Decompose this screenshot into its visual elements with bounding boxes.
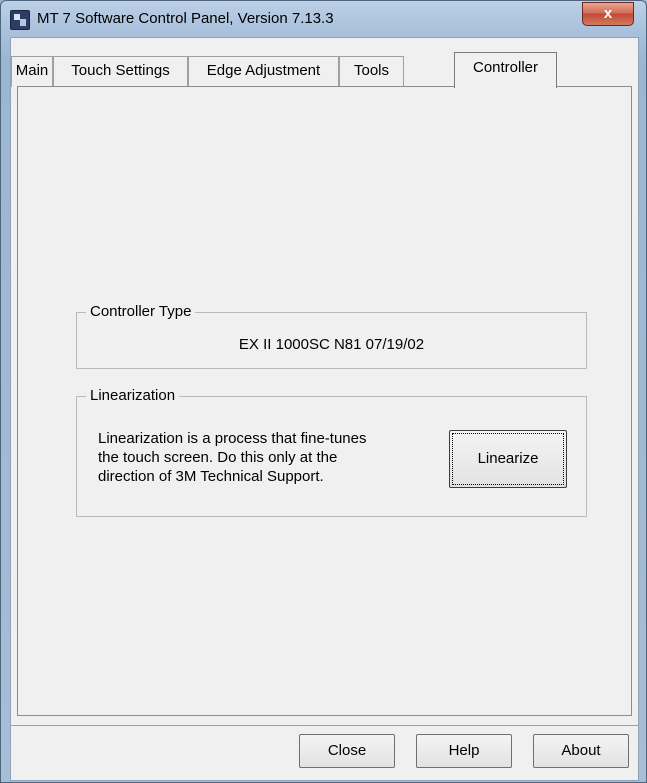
- linearization-label: Linearization: [86, 386, 180, 406]
- controller-type-group: Controller Type EX II 1000SC N81 07/19/0…: [76, 302, 587, 369]
- linearization-group: Linearization Linearization is a process…: [76, 386, 587, 517]
- linearization-description: Linearization is a process that fine-tun…: [98, 429, 448, 486]
- controller-type-value: EX II 1000SC N81 07/19/02: [238, 336, 425, 353]
- tab-touch-settings[interactable]: Touch Settings: [53, 56, 188, 87]
- description-line: direction of 3M Technical Support.: [98, 468, 324, 485]
- tab-controller[interactable]: Controller: [454, 52, 557, 88]
- linearize-button[interactable]: Linearize: [449, 430, 567, 488]
- focus-rect: [452, 433, 564, 485]
- window-close-button[interactable]: x: [582, 2, 634, 26]
- control-panel-window: MT 7 Software Control Panel, Version 7.1…: [0, 0, 647, 783]
- tab-edge-adjustment[interactable]: Edge Adjustment: [188, 56, 339, 87]
- description-line: the touch screen. Do this only at the: [98, 449, 338, 466]
- dialog-client-area: Main Touch Settings Edge Adjustment Tool…: [10, 37, 639, 781]
- tab-main[interactable]: Main: [11, 56, 53, 87]
- help-button[interactable]: Help: [416, 734, 512, 768]
- footer-separator: [11, 725, 638, 726]
- controller-tab-panel: Controller Type EX II 1000SC N81 07/19/0…: [17, 86, 632, 716]
- title-bar[interactable]: MT 7 Software Control Panel, Version 7.1…: [1, 1, 646, 37]
- about-button[interactable]: About: [533, 734, 629, 768]
- close-icon: x: [603, 5, 613, 22]
- tab-strip: Main Touch Settings Edge Adjustment Tool…: [11, 52, 638, 88]
- tab-tools[interactable]: Tools: [339, 56, 404, 87]
- controller-type-label: Controller Type: [86, 302, 196, 322]
- window-title: MT 7 Software Control Panel, Version 7.1…: [37, 10, 334, 27]
- close-button[interactable]: Close: [299, 734, 395, 768]
- description-line: Linearization is a process that fine-tun…: [98, 430, 367, 447]
- app-icon[interactable]: [10, 10, 30, 30]
